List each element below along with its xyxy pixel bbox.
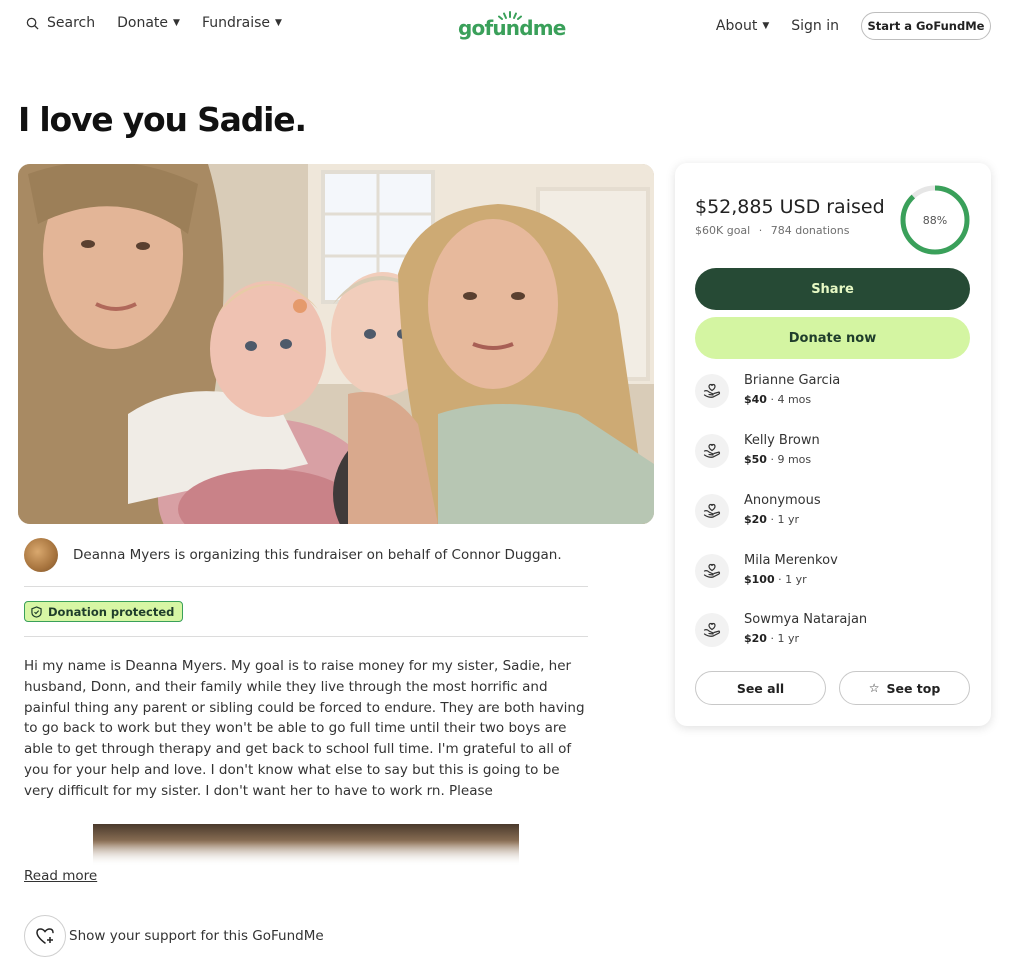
hand-heart-icon	[695, 373, 729, 408]
divider	[24, 586, 588, 587]
donor-amount: $20	[744, 632, 767, 645]
donor-name: Brianne Garcia	[744, 373, 841, 388]
donor-info: Brianne Garcia $40 · 4 mos	[744, 373, 840, 408]
organizer-row: Deanna Myers is organizing this fundrais…	[24, 538, 562, 572]
amount-raised: $52,885 USD raised	[695, 196, 885, 218]
donor-time: · 4 mos	[766, 393, 812, 406]
see-all-button[interactable]: See all	[695, 671, 826, 705]
support-row[interactable]: Show your support for this GoFundMe	[24, 915, 324, 957]
story-text: Hi my name is Deanna Myers. My goal is t…	[24, 658, 585, 799]
donor-amount: $50	[744, 453, 767, 466]
support-button[interactable]	[24, 915, 66, 957]
story-photo-fade	[93, 840, 519, 866]
donation-count: 784 donations	[770, 224, 850, 237]
donor-item: Anonymous $20 · 1 yr	[695, 493, 821, 528]
caret-down-icon: ▼	[275, 18, 282, 28]
caret-down-icon: ▼	[173, 18, 180, 28]
heart-plus-icon	[36, 928, 54, 944]
logo-sun-icon	[498, 11, 522, 20]
donor-amount: $20	[744, 513, 767, 526]
about-menu[interactable]: About ▼	[716, 18, 769, 34]
see-top-label: See top	[886, 680, 941, 696]
donor-info: Sowmya Natarajan $20 · 1 yr	[744, 612, 867, 647]
search-icon	[26, 17, 39, 30]
donor-meta: $100 · 1 yr	[744, 572, 838, 588]
fundraise-menu-label: Fundraise	[201, 15, 270, 31]
donor-name: Anonymous	[744, 493, 821, 508]
donation-protected-badge[interactable]: Donation protected	[24, 601, 184, 622]
goal-separator: ·	[758, 224, 763, 237]
hand-heart-icon	[695, 553, 729, 588]
goal-and-donations: $60K goal · 784 donations	[695, 224, 849, 237]
donor-meta: $50 · 9 mos	[744, 452, 820, 468]
organizer-avatar[interactable]	[24, 538, 58, 572]
nav-left: Search Donate ▼ Fundraise ▼	[26, 15, 304, 31]
read-more-link[interactable]: Read more	[24, 868, 97, 884]
sign-in-link[interactable]: Sign in	[791, 18, 839, 34]
divider	[24, 636, 588, 637]
donor-time: · 1 yr	[774, 573, 807, 586]
donor-amount: $100	[744, 573, 775, 586]
see-top-button[interactable]: ☆ See top	[839, 671, 970, 705]
hand-heart-icon	[695, 612, 729, 647]
goal-amount: $60K goal	[695, 224, 751, 237]
fundraise-menu[interactable]: Fundraise ▼	[202, 15, 282, 31]
progress-percent: 88%	[922, 213, 948, 227]
about-menu-label: About	[715, 18, 758, 34]
gofundme-logo[interactable]: gofundme	[458, 10, 566, 42]
hand-heart-icon	[695, 493, 729, 528]
story-photo-preview	[93, 824, 519, 866]
badge-label: Donation protected	[48, 604, 175, 619]
campaign-photo[interactable]	[18, 164, 654, 524]
search-label: Search	[47, 15, 96, 31]
donor-time: · 1 yr	[766, 632, 799, 645]
donor-item: Sowmya Natarajan $20 · 1 yr	[695, 612, 867, 647]
support-text: Show your support for this GoFundMe	[69, 928, 324, 944]
page-title: I love you Sadie.	[18, 100, 307, 139]
donor-name: Mila Merenkov	[744, 553, 838, 568]
site-header: Search Donate ▼ Fundraise ▼ gofundme Abo…	[0, 0, 1024, 50]
donor-meta: $20 · 1 yr	[744, 512, 821, 528]
campaign-photo-illustration	[18, 164, 654, 524]
donor-meta: $40 · 4 mos	[744, 392, 840, 408]
donor-name: Sowmya Natarajan	[744, 612, 868, 627]
donor-item: Brianne Garcia $40 · 4 mos	[695, 373, 840, 408]
donor-info: Mila Merenkov $100 · 1 yr	[744, 553, 838, 588]
search-button[interactable]: Search	[26, 15, 95, 31]
start-gofundme-button[interactable]: Start a GoFundMe	[861, 12, 991, 40]
donor-meta: $20 · 1 yr	[744, 631, 867, 647]
donor-item: Mila Merenkov $100 · 1 yr	[695, 553, 838, 588]
donor-name: Kelly Brown	[744, 433, 820, 448]
star-icon: ☆	[868, 681, 880, 695]
donate-menu[interactable]: Donate ▼	[117, 15, 180, 31]
donor-info: Kelly Brown $50 · 9 mos	[744, 433, 820, 468]
donor-info: Anonymous $20 · 1 yr	[744, 493, 821, 528]
organizer-text: Deanna Myers is organizing this fundrais…	[73, 547, 562, 563]
donor-amount: $40	[744, 393, 767, 406]
hand-heart-icon	[695, 433, 729, 468]
share-button[interactable]: Share	[695, 268, 970, 310]
donation-card: $52,885 USD raised $60K goal · 784 donat…	[675, 163, 991, 726]
donor-time: · 9 mos	[766, 453, 812, 466]
donate-now-button[interactable]: Donate now	[695, 317, 970, 359]
donor-item: Kelly Brown $50 · 9 mos	[695, 433, 820, 468]
shield-icon	[31, 605, 42, 618]
donor-time: · 1 yr	[766, 513, 799, 526]
donate-menu-label: Donate	[117, 15, 169, 31]
nav-right: About ▼ Sign in Start a GoFundMe	[716, 12, 1024, 40]
caret-down-icon: ▼	[762, 21, 770, 31]
